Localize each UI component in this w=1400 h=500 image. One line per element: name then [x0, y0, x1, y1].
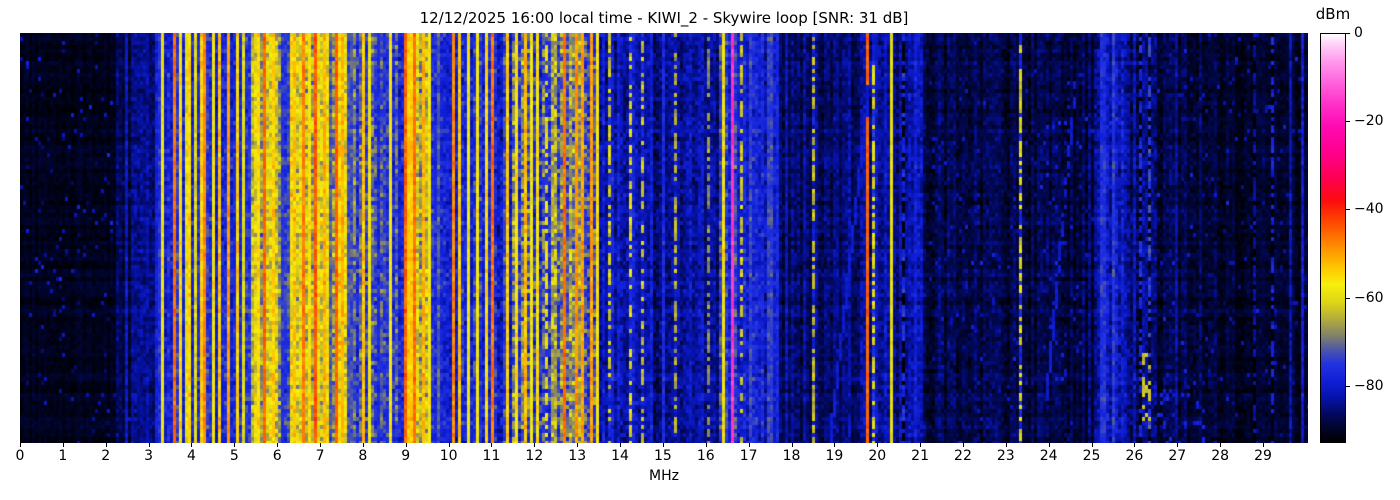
x-tick-label: 28	[1211, 448, 1230, 464]
x-tick-mark	[620, 443, 622, 447]
waterfall-heatmap	[20, 33, 1308, 443]
x-tick-label: 19	[825, 448, 844, 464]
x-tick-mark	[705, 443, 707, 447]
x-tick-label: 0	[15, 448, 25, 464]
colorbar-tick-mark	[1346, 33, 1350, 34]
x-tick-mark	[534, 443, 536, 447]
spectrogram-figure: 12/12/2025 16:00 local time - KIWI_2 - S…	[0, 0, 1400, 500]
x-tick-label: 13	[568, 448, 587, 464]
x-tick-mark	[491, 443, 493, 447]
colorbar-tick-label: −60	[1354, 289, 1384, 306]
x-tick-mark	[1134, 443, 1136, 447]
colorbar-tick-label: 0	[1354, 25, 1363, 41]
x-tick-mark	[748, 443, 750, 447]
x-tick-label: 16	[696, 448, 715, 464]
x-tick-label: 10	[439, 448, 458, 464]
x-tick-mark	[362, 443, 364, 447]
x-tick-mark	[191, 443, 193, 447]
x-tick-mark	[320, 443, 322, 447]
x-tick-label: 18	[782, 448, 801, 464]
x-tick-label: 15	[654, 448, 672, 464]
x-tick-label: 17	[739, 448, 758, 464]
colorbar-tick-label: −80	[1354, 377, 1384, 394]
x-tick-label: 25	[1082, 448, 1101, 464]
x-tick-mark	[105, 443, 107, 447]
colorbar-tick-mark	[1346, 121, 1350, 123]
x-tick-mark	[62, 443, 64, 447]
x-tick-label: 11	[482, 448, 501, 464]
x-axis-label: MHz	[649, 468, 679, 484]
x-tick-label: 14	[611, 448, 629, 464]
colorbar-tick-mark	[1346, 209, 1350, 211]
x-tick-label: 2	[101, 448, 111, 464]
x-tick-label: 4	[186, 448, 196, 464]
x-tick-mark	[1220, 443, 1222, 447]
x-tick-mark	[962, 443, 964, 447]
x-tick-mark	[834, 443, 836, 447]
x-tick-mark	[148, 443, 150, 447]
x-tick-mark	[791, 443, 793, 447]
x-tick-label: 6	[272, 448, 282, 464]
x-tick-mark	[1005, 443, 1007, 447]
x-tick-mark	[1262, 443, 1264, 447]
x-tick-label: 24	[1039, 448, 1058, 464]
x-tick-label: 1	[58, 448, 68, 464]
x-tick-mark	[20, 443, 21, 447]
colorbar-tick-mark	[1346, 297, 1350, 299]
colorbar-gradient	[1320, 33, 1346, 443]
x-tick-mark	[448, 443, 450, 447]
colorbar-label: dBm	[1315, 5, 1351, 23]
x-tick-mark	[920, 443, 922, 447]
x-tick-label: 8	[358, 448, 368, 464]
x-tick-label: 27	[1168, 448, 1187, 464]
x-tick-label: 9	[401, 448, 411, 464]
x-tick-mark	[405, 443, 407, 447]
x-tick-mark	[1177, 443, 1179, 447]
x-tick-label: 3	[144, 448, 154, 464]
x-tick-label: 26	[1125, 448, 1144, 464]
x-tick-mark	[277, 443, 279, 447]
x-tick-label: 21	[911, 448, 930, 464]
x-tick-mark	[662, 443, 664, 447]
colorbar-tick-label: −20	[1354, 113, 1384, 130]
x-tick-mark	[234, 443, 236, 447]
colorbar-tick-label: −40	[1354, 201, 1384, 218]
x-tick-label: 29	[1254, 448, 1272, 464]
x-tick-label: 7	[315, 448, 325, 464]
x-tick-mark	[877, 443, 879, 447]
x-tick-mark	[1091, 443, 1093, 447]
x-tick-label: 12	[525, 448, 544, 464]
colorbar-tick-mark	[1346, 385, 1350, 387]
x-tick-label: 22	[954, 448, 972, 464]
chart-title: 12/12/2025 16:00 local time - KIWI_2 - S…	[419, 9, 909, 27]
x-tick-mark	[577, 443, 579, 447]
x-tick-mark	[1048, 443, 1050, 447]
x-tick-label: 20	[868, 448, 887, 464]
x-tick-label: 23	[996, 448, 1015, 464]
x-tick-label: 5	[229, 448, 239, 464]
